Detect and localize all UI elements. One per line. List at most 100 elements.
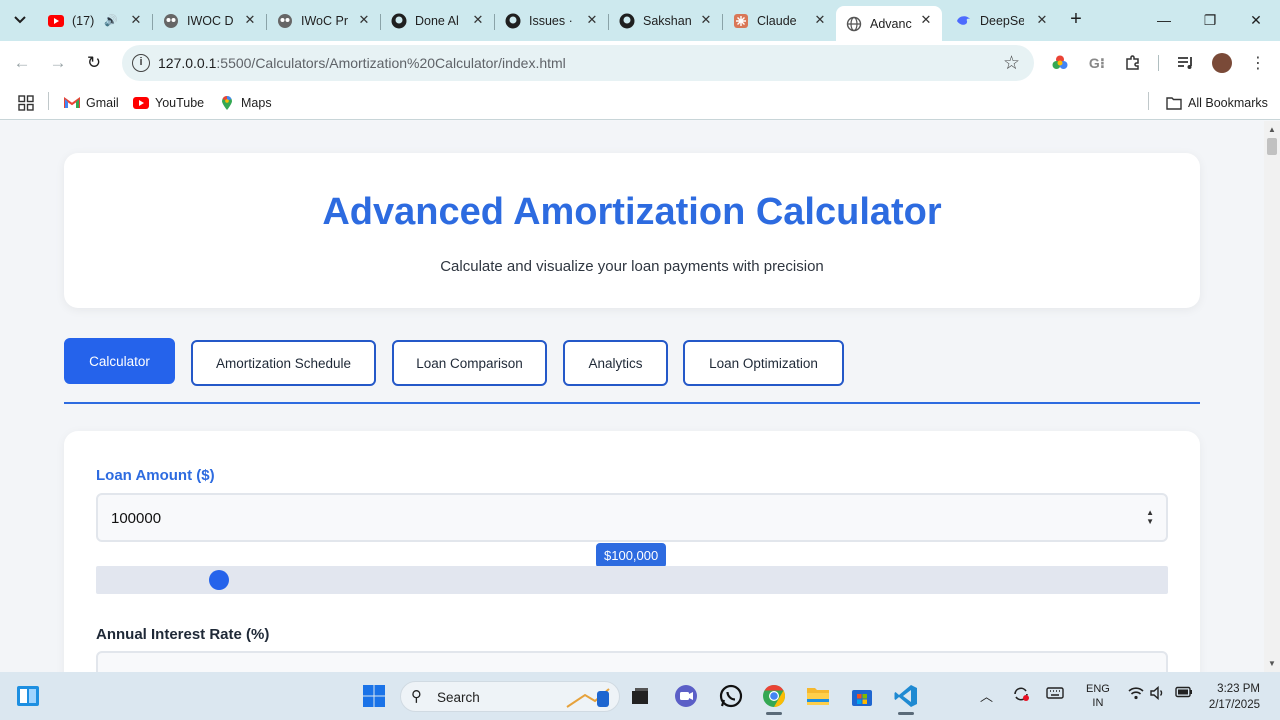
bookmark-youtube[interactable]: YouTube — [133, 93, 204, 113]
keyboard-icon[interactable] — [1046, 686, 1064, 703]
browser-tab-youtube[interactable]: (17) 🔊 ✕ — [38, 6, 152, 35]
claude-icon — [733, 13, 749, 29]
windows-start-icon[interactable] — [360, 682, 388, 710]
tab-amortization-schedule[interactable]: Amortization Schedule — [191, 340, 376, 386]
profile-avatar[interactable] — [1212, 53, 1232, 73]
loan-amount-tooltip: $100,000 — [596, 543, 667, 568]
tab-strip: (17) 🔊 ✕ IWOC D ✕ IWoC Pr ✕ Done Al ✕ Is… — [0, 0, 1280, 41]
close-tab-icon[interactable]: ✕ — [584, 12, 600, 28]
tab-loan-comparison[interactable]: Loan Comparison — [392, 340, 547, 386]
language-indicator[interactable]: ENG IN — [1086, 682, 1110, 710]
widgets-icon[interactable] — [14, 682, 42, 710]
bookmarks-bar: Gmail YouTube Maps All Bookmarks — [0, 86, 1280, 120]
loan-amount-input[interactable]: 100000 ▲ ▼ — [96, 493, 1168, 542]
show-hidden-icons-chevron-icon[interactable]: ︿ — [980, 686, 993, 705]
apps-grid-icon[interactable] — [18, 93, 34, 113]
loan-amount-slider[interactable] — [96, 566, 1168, 594]
close-tab-icon[interactable]: ✕ — [918, 12, 934, 28]
calculator-form-card: Loan Amount ($) 100000 ▲ ▼ $100,000 Annua… — [64, 431, 1200, 672]
extensions-puzzle-icon[interactable] — [1123, 53, 1143, 73]
calculator-tab-bar: Calculator Amortization Schedule Loan Co… — [64, 338, 1200, 404]
browser-tab-advanced-active[interactable]: Advanc ✕ — [836, 6, 942, 41]
slider-thumb[interactable] — [209, 570, 230, 590]
file-explorer-icon[interactable] — [804, 682, 832, 710]
search-icon: ⚲ — [411, 688, 422, 705]
browser-tab-iwoc-pr[interactable]: IWoC Pr ✕ — [267, 6, 380, 35]
volume-icon[interactable] — [1150, 685, 1166, 703]
owl-icon — [277, 13, 293, 29]
loan-amount-value: 100000 — [111, 510, 162, 527]
close-tab-icon[interactable]: ✕ — [242, 12, 258, 28]
close-tab-icon[interactable]: ✕ — [128, 12, 144, 28]
tab-loan-optimization[interactable]: Loan Optimization — [683, 340, 844, 386]
tab-search-chevron-icon[interactable] — [8, 8, 32, 32]
media-controls-icon[interactable] — [1176, 53, 1196, 73]
interest-rate-label: Annual Interest Rate (%) — [96, 626, 270, 643]
taskbar-clock[interactable]: 3:23 PM 2/17/2025 — [1204, 681, 1260, 713]
new-tab-plus-icon[interactable]: + — [1064, 8, 1088, 32]
page-subtitle: Calculate and visualize your loan paymen… — [440, 258, 824, 275]
close-tab-icon[interactable]: ✕ — [470, 12, 486, 28]
browser-tab-deepseek[interactable]: DeepSe ✕ — [946, 6, 1058, 35]
close-tab-icon[interactable]: ✕ — [356, 12, 372, 28]
youtube-icon — [133, 95, 149, 111]
globe-icon — [846, 16, 862, 32]
forward-arrow-icon[interactable]: → — [46, 51, 70, 75]
wifi-icon[interactable] — [1128, 686, 1144, 703]
microsoft-store-icon[interactable] — [848, 682, 876, 710]
restore-window-icon[interactable]: ❐ — [1198, 8, 1222, 32]
site-info-icon[interactable]: i — [132, 54, 150, 72]
taskbar-search-box[interactable]: ⚲ Search — [400, 681, 620, 712]
close-window-icon[interactable]: ✕ — [1244, 8, 1268, 32]
whatsapp-icon[interactable] — [717, 682, 745, 710]
tab-calculator[interactable]: Calculator — [64, 338, 175, 384]
bookmark-maps[interactable]: Maps — [219, 93, 272, 113]
browser-tab-iwoc-d[interactable]: IWOC D ✕ — [153, 6, 266, 35]
windows-taskbar: ⚲ Search ︿ ENG IN 3:23 PM 2/17/2025 — [0, 672, 1280, 720]
scroll-down-arrow-icon[interactable]: ▼ — [1268, 659, 1276, 668]
search-highlight-icon — [565, 685, 611, 714]
task-view-icon[interactable] — [626, 682, 654, 710]
minimize-window-icon[interactable]: — — [1152, 8, 1176, 32]
sync-notification-icon[interactable] — [1012, 686, 1030, 705]
interest-rate-input[interactable] — [96, 651, 1168, 672]
scrollbar-thumb[interactable] — [1267, 138, 1277, 155]
reload-icon[interactable]: ↻ — [82, 51, 106, 75]
close-tab-icon[interactable]: ✕ — [698, 12, 714, 28]
bookmark-star-icon[interactable]: ☆ — [1003, 52, 1020, 75]
color-wheel-extension-icon[interactable] — [1050, 53, 1070, 73]
chrome-icon[interactable] — [760, 682, 788, 710]
page-scrollbar[interactable]: ▲ ▼ — [1264, 121, 1280, 672]
teams-chat-icon[interactable] — [672, 682, 700, 710]
back-arrow-icon[interactable]: ← — [10, 51, 34, 75]
scroll-up-arrow-icon[interactable]: ▲ — [1268, 125, 1276, 134]
close-tab-icon[interactable]: ✕ — [812, 12, 828, 28]
folder-icon — [1166, 95, 1182, 111]
browser-toolbar: ← → ↻ i 127.0.0.1:5500/Calculators/Amort… — [0, 41, 1280, 86]
browser-menu-kebab-icon[interactable]: ⋮ — [1248, 53, 1268, 73]
audio-playing-icon[interactable]: 🔊 — [104, 14, 118, 27]
vscode-icon[interactable] — [892, 682, 920, 710]
page-title: Advanced Amortization Calculator — [322, 191, 942, 233]
grammar-extension-icon[interactable]: G⁝ — [1087, 53, 1107, 73]
maps-icon — [219, 95, 235, 111]
battery-icon[interactable] — [1175, 686, 1193, 701]
bookmark-gmail[interactable]: Gmail — [64, 93, 119, 113]
deepseek-icon — [956, 13, 972, 29]
browser-tab-issues[interactable]: Issues · ✕ — [495, 6, 608, 35]
youtube-icon — [48, 13, 64, 29]
url-text[interactable]: 127.0.0.1:5500/Calculators/Amortization%… — [158, 55, 566, 71]
close-tab-icon[interactable]: ✕ — [1034, 12, 1050, 28]
gmail-icon — [64, 95, 80, 111]
loan-amount-label: Loan Amount ($) — [96, 467, 215, 484]
browser-tab-done[interactable]: Done Al ✕ — [381, 6, 494, 35]
browser-tab-sakshan[interactable]: Sakshan ✕ — [609, 6, 722, 35]
github-icon — [391, 13, 407, 29]
all-bookmarks-folder[interactable]: All Bookmarks — [1166, 93, 1268, 113]
page-viewport: Advanced Amortization Calculator Calcula… — [0, 121, 1264, 672]
tab-analytics[interactable]: Analytics — [563, 340, 668, 386]
address-bar[interactable]: i 127.0.0.1:5500/Calculators/Amortizatio… — [122, 45, 1034, 81]
browser-tab-claude[interactable]: Claude ✕ — [723, 6, 836, 35]
owl-icon — [163, 13, 179, 29]
number-spinner-icon[interactable]: ▲ ▼ — [1146, 508, 1154, 526]
